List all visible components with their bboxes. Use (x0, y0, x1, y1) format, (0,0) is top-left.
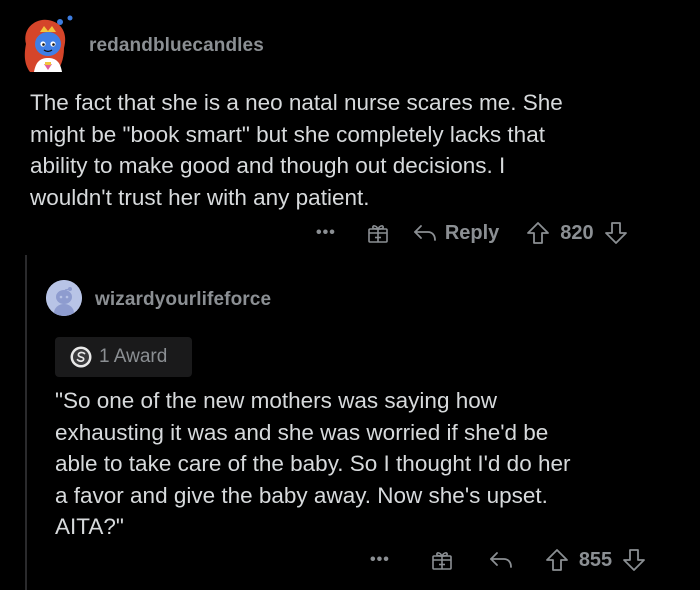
comment-username[interactable]: redandbluecandles (89, 35, 264, 57)
downvote-icon[interactable] (603, 220, 629, 246)
silver-award-icon (69, 345, 93, 369)
comment-body: The fact that she is a neo natal nurse s… (30, 90, 563, 210)
avatar[interactable] (18, 14, 78, 78)
comment-action-bar: ••• Reply 820 (316, 218, 629, 248)
reply-username[interactable]: wizardyourlifeforce (95, 289, 271, 311)
thread-line[interactable] (25, 255, 27, 590)
upvote-icon[interactable] (525, 220, 551, 246)
vote-count: 855 (578, 548, 613, 571)
upvote-icon[interactable] (544, 547, 570, 573)
reply-avatar[interactable] (46, 280, 82, 316)
reply-action-bar: ••• 855 (370, 545, 647, 575)
more-options-button[interactable]: ••• (316, 224, 336, 242)
gift-icon[interactable] (366, 221, 390, 245)
reply-body: "So one of the new mothers was saying ho… (55, 388, 571, 539)
reply-more-options-button[interactable]: ••• (370, 551, 390, 569)
reply-button[interactable]: Reply (412, 222, 499, 245)
award-badge[interactable]: 1 Award (55, 337, 192, 377)
reply-arrow-icon[interactable] (488, 549, 514, 571)
award-label: 1 Award (99, 346, 168, 367)
reply-label: Reply (444, 221, 500, 244)
reply-arrow-icon (412, 222, 438, 244)
downvote-icon[interactable] (621, 547, 647, 573)
vote-count: 820 (560, 221, 594, 244)
gift-icon[interactable] (430, 548, 454, 572)
